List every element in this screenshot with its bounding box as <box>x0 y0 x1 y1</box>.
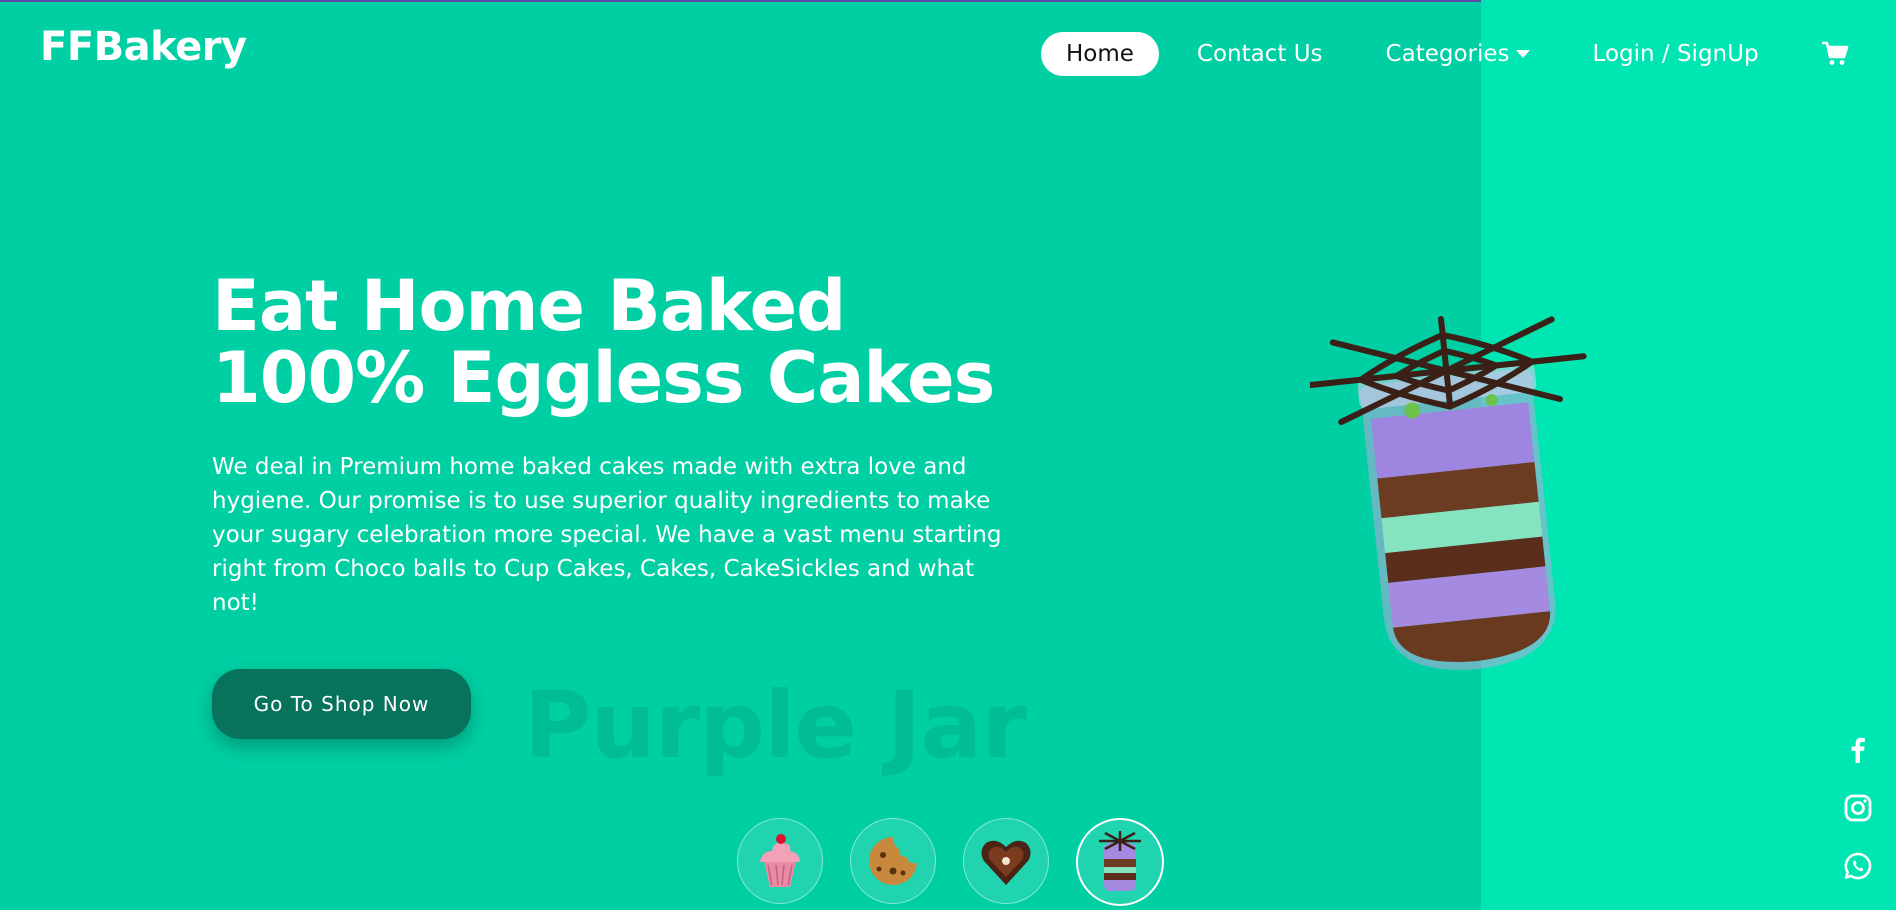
nav-categories-label: Categories <box>1385 41 1510 67</box>
instagram-icon[interactable] <box>1843 793 1873 823</box>
cupcake-icon <box>760 834 800 887</box>
nav-categories-dropdown[interactable]: Categories <box>1386 41 1530 67</box>
product-thumb-purple-jar[interactable] <box>1076 818 1164 906</box>
product-thumb-cupcake[interactable] <box>737 818 823 904</box>
shop-now-button[interactable]: Go To Shop Now <box>212 669 471 739</box>
facebook-icon[interactable] <box>1843 735 1873 765</box>
product-name-watermark: Purple Jar <box>524 672 1027 779</box>
product-carousel <box>737 818 1191 906</box>
brand-logo[interactable]: FFBakery <box>40 24 247 70</box>
main-nav: Home Contact Us Categories Login / SignU… <box>1041 32 1849 76</box>
product-thumb-heart-cake[interactable] <box>963 818 1049 904</box>
purple-jar-image <box>1306 310 1610 680</box>
whatsapp-icon[interactable] <box>1843 851 1873 881</box>
heart-cake-icon <box>981 840 1031 885</box>
purple-jar-icon <box>1099 831 1141 891</box>
nav-login-link[interactable]: Login / SignUp <box>1593 41 1759 67</box>
shopping-cart-icon[interactable] <box>1821 40 1849 68</box>
product-thumb-cookie[interactable] <box>850 818 936 904</box>
hero-description: We deal in Premium home baked cakes made… <box>212 454 1002 616</box>
cookie-icon <box>869 837 917 885</box>
nav-contact-link[interactable]: Contact Us <box>1197 41 1323 67</box>
nav-home-link[interactable]: Home <box>1041 32 1159 76</box>
caret-down-icon <box>1515 50 1530 58</box>
hero-title: Eat Home Baked 100% Eggless Cakes <box>212 265 995 419</box>
